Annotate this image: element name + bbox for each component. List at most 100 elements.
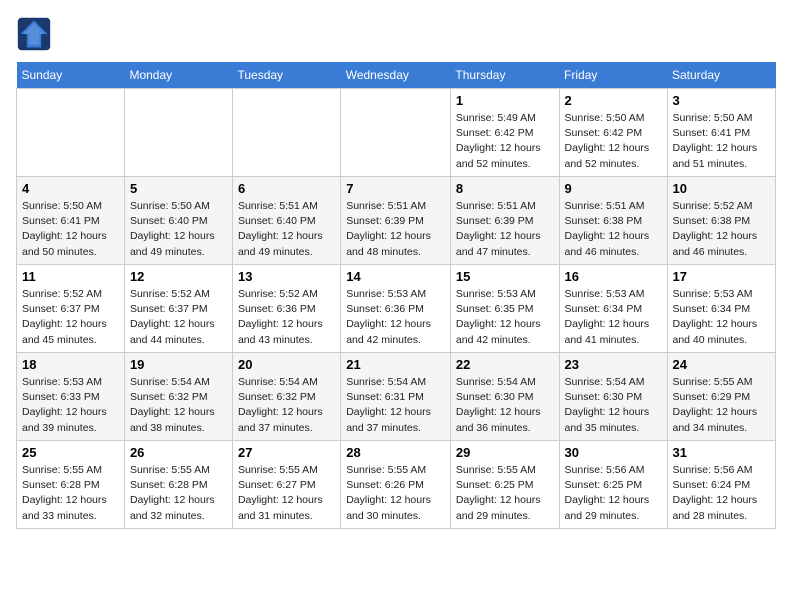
day-number: 21 xyxy=(346,357,445,372)
day-info: Sunrise: 5:51 AM Sunset: 6:39 PM Dayligh… xyxy=(456,199,554,260)
day-info: Sunrise: 5:49 AM Sunset: 6:42 PM Dayligh… xyxy=(456,111,554,172)
calendar-cell: 14 Sunrise: 5:53 AM Sunset: 6:36 PM Dayli… xyxy=(341,265,451,353)
calendar-cell: 6 Sunrise: 5:51 AM Sunset: 6:40 PM Daylig… xyxy=(232,177,340,265)
day-info: Sunrise: 5:55 AM Sunset: 6:27 PM Dayligh… xyxy=(238,463,335,524)
calendar-cell: 18 Sunrise: 5:53 AM Sunset: 6:33 PM Dayli… xyxy=(17,353,125,441)
dow-header: Friday xyxy=(559,62,667,89)
day-number: 2 xyxy=(565,93,662,108)
day-info: Sunrise: 5:52 AM Sunset: 6:37 PM Dayligh… xyxy=(130,287,227,348)
calendar-cell: 16 Sunrise: 5:53 AM Sunset: 6:34 PM Dayli… xyxy=(559,265,667,353)
day-number: 11 xyxy=(22,269,119,284)
page-header xyxy=(16,16,776,52)
dow-header: Tuesday xyxy=(232,62,340,89)
day-info: Sunrise: 5:55 AM Sunset: 6:29 PM Dayligh… xyxy=(673,375,771,436)
day-info: Sunrise: 5:53 AM Sunset: 6:33 PM Dayligh… xyxy=(22,375,119,436)
day-info: Sunrise: 5:56 AM Sunset: 6:25 PM Dayligh… xyxy=(565,463,662,524)
day-info: Sunrise: 5:55 AM Sunset: 6:26 PM Dayligh… xyxy=(346,463,445,524)
day-info: Sunrise: 5:51 AM Sunset: 6:40 PM Dayligh… xyxy=(238,199,335,260)
day-info: Sunrise: 5:55 AM Sunset: 6:25 PM Dayligh… xyxy=(456,463,554,524)
dow-header: Wednesday xyxy=(341,62,451,89)
calendar-cell: 15 Sunrise: 5:53 AM Sunset: 6:35 PM Dayli… xyxy=(450,265,559,353)
day-number: 3 xyxy=(673,93,771,108)
calendar-cell: 5 Sunrise: 5:50 AM Sunset: 6:40 PM Daylig… xyxy=(124,177,232,265)
calendar-cell: 11 Sunrise: 5:52 AM Sunset: 6:37 PM Dayli… xyxy=(17,265,125,353)
day-number: 23 xyxy=(565,357,662,372)
calendar-cell xyxy=(341,89,451,177)
day-info: Sunrise: 5:53 AM Sunset: 6:34 PM Dayligh… xyxy=(565,287,662,348)
day-info: Sunrise: 5:52 AM Sunset: 6:38 PM Dayligh… xyxy=(673,199,771,260)
day-info: Sunrise: 5:50 AM Sunset: 6:42 PM Dayligh… xyxy=(565,111,662,172)
day-number: 5 xyxy=(130,181,227,196)
day-info: Sunrise: 5:53 AM Sunset: 6:36 PM Dayligh… xyxy=(346,287,445,348)
calendar-cell: 21 Sunrise: 5:54 AM Sunset: 6:31 PM Dayli… xyxy=(341,353,451,441)
day-info: Sunrise: 5:54 AM Sunset: 6:30 PM Dayligh… xyxy=(456,375,554,436)
day-number: 12 xyxy=(130,269,227,284)
day-number: 15 xyxy=(456,269,554,284)
day-number: 25 xyxy=(22,445,119,460)
day-info: Sunrise: 5:51 AM Sunset: 6:39 PM Dayligh… xyxy=(346,199,445,260)
calendar-cell: 17 Sunrise: 5:53 AM Sunset: 6:34 PM Dayli… xyxy=(667,265,776,353)
calendar-cell: 20 Sunrise: 5:54 AM Sunset: 6:32 PM Dayli… xyxy=(232,353,340,441)
dow-header: Sunday xyxy=(17,62,125,89)
day-number: 17 xyxy=(673,269,771,284)
calendar-cell: 25 Sunrise: 5:55 AM Sunset: 6:28 PM Dayli… xyxy=(17,441,125,529)
day-info: Sunrise: 5:53 AM Sunset: 6:34 PM Dayligh… xyxy=(673,287,771,348)
day-info: Sunrise: 5:52 AM Sunset: 6:36 PM Dayligh… xyxy=(238,287,335,348)
day-number: 13 xyxy=(238,269,335,284)
day-number: 4 xyxy=(22,181,119,196)
day-info: Sunrise: 5:53 AM Sunset: 6:35 PM Dayligh… xyxy=(456,287,554,348)
day-number: 20 xyxy=(238,357,335,372)
day-number: 31 xyxy=(673,445,771,460)
calendar-cell xyxy=(124,89,232,177)
day-info: Sunrise: 5:54 AM Sunset: 6:32 PM Dayligh… xyxy=(130,375,227,436)
calendar-cell: 30 Sunrise: 5:56 AM Sunset: 6:25 PM Dayli… xyxy=(559,441,667,529)
day-info: Sunrise: 5:50 AM Sunset: 6:41 PM Dayligh… xyxy=(22,199,119,260)
calendar-cell: 28 Sunrise: 5:55 AM Sunset: 6:26 PM Dayli… xyxy=(341,441,451,529)
day-info: Sunrise: 5:54 AM Sunset: 6:32 PM Dayligh… xyxy=(238,375,335,436)
day-info: Sunrise: 5:54 AM Sunset: 6:31 PM Dayligh… xyxy=(346,375,445,436)
day-number: 30 xyxy=(565,445,662,460)
day-number: 16 xyxy=(565,269,662,284)
calendar-cell xyxy=(232,89,340,177)
calendar-cell: 31 Sunrise: 5:56 AM Sunset: 6:24 PM Dayli… xyxy=(667,441,776,529)
day-number: 28 xyxy=(346,445,445,460)
calendar-cell: 9 Sunrise: 5:51 AM Sunset: 6:38 PM Daylig… xyxy=(559,177,667,265)
day-number: 6 xyxy=(238,181,335,196)
day-number: 22 xyxy=(456,357,554,372)
day-info: Sunrise: 5:50 AM Sunset: 6:40 PM Dayligh… xyxy=(130,199,227,260)
calendar-week: 18 Sunrise: 5:53 AM Sunset: 6:33 PM Dayli… xyxy=(17,353,776,441)
calendar-table: SundayMondayTuesdayWednesdayThursdayFrid… xyxy=(16,62,776,529)
day-number: 29 xyxy=(456,445,554,460)
logo-icon xyxy=(16,16,52,52)
day-info: Sunrise: 5:51 AM Sunset: 6:38 PM Dayligh… xyxy=(565,199,662,260)
day-number: 19 xyxy=(130,357,227,372)
calendar-cell: 27 Sunrise: 5:55 AM Sunset: 6:27 PM Dayli… xyxy=(232,441,340,529)
calendar-cell: 2 Sunrise: 5:50 AM Sunset: 6:42 PM Daylig… xyxy=(559,89,667,177)
calendar-week: 11 Sunrise: 5:52 AM Sunset: 6:37 PM Dayli… xyxy=(17,265,776,353)
calendar-cell: 7 Sunrise: 5:51 AM Sunset: 6:39 PM Daylig… xyxy=(341,177,451,265)
day-info: Sunrise: 5:52 AM Sunset: 6:37 PM Dayligh… xyxy=(22,287,119,348)
calendar-week: 1 Sunrise: 5:49 AM Sunset: 6:42 PM Daylig… xyxy=(17,89,776,177)
calendar-week: 4 Sunrise: 5:50 AM Sunset: 6:41 PM Daylig… xyxy=(17,177,776,265)
calendar-cell: 22 Sunrise: 5:54 AM Sunset: 6:30 PM Dayli… xyxy=(450,353,559,441)
dow-header: Saturday xyxy=(667,62,776,89)
logo xyxy=(16,16,56,52)
day-number: 27 xyxy=(238,445,335,460)
day-number: 24 xyxy=(673,357,771,372)
day-info: Sunrise: 5:55 AM Sunset: 6:28 PM Dayligh… xyxy=(130,463,227,524)
day-number: 14 xyxy=(346,269,445,284)
day-number: 1 xyxy=(456,93,554,108)
day-number: 10 xyxy=(673,181,771,196)
day-info: Sunrise: 5:55 AM Sunset: 6:28 PM Dayligh… xyxy=(22,463,119,524)
dow-header: Thursday xyxy=(450,62,559,89)
calendar-cell xyxy=(17,89,125,177)
day-number: 26 xyxy=(130,445,227,460)
day-number: 9 xyxy=(565,181,662,196)
day-info: Sunrise: 5:56 AM Sunset: 6:24 PM Dayligh… xyxy=(673,463,771,524)
dow-header: Monday xyxy=(124,62,232,89)
day-number: 7 xyxy=(346,181,445,196)
calendar-cell: 1 Sunrise: 5:49 AM Sunset: 6:42 PM Daylig… xyxy=(450,89,559,177)
day-number: 18 xyxy=(22,357,119,372)
calendar-cell: 3Sunrise: 5:50 AM Sunset: 6:41 PM Daylig… xyxy=(667,89,776,177)
day-info: Sunrise: 5:54 AM Sunset: 6:30 PM Dayligh… xyxy=(565,375,662,436)
